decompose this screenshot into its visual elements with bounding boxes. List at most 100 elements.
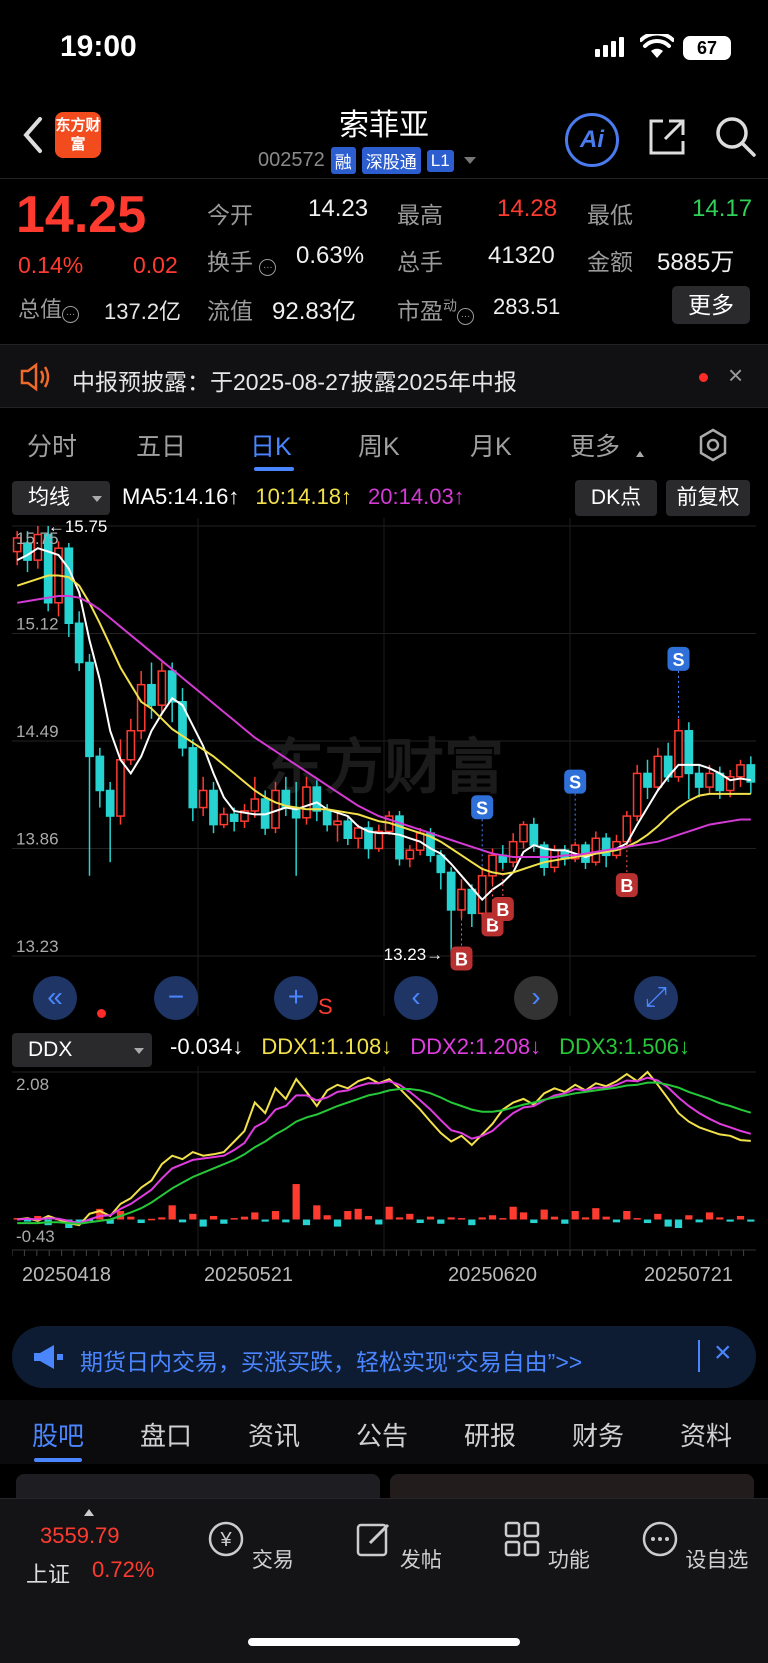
ddx-bar [571,1210,579,1220]
candle-body [147,683,156,706]
unread-dot [699,373,708,382]
ai-button[interactable]: Ai [565,113,619,167]
candle-body [105,789,115,817]
nav-watchlist-label: 设自选 [685,1549,749,1572]
scroll-left-button[interactable]: ‹ [394,976,438,1020]
cellular-signal-icon [595,37,627,57]
ma5-label: MA5:14.16↑ [122,484,240,509]
turnover-label[interactable]: 换手 … [207,243,277,277]
tab-weekly-k[interactable]: 周K [358,427,400,463]
index-value[interactable]: 3559.79 [40,1523,120,1549]
index-name: 上证 [26,1562,71,1587]
tab-more[interactable]: 更多 [570,427,620,463]
market-cap-value: 137.2亿 [104,299,182,324]
tab-announcements[interactable]: 公告 [356,1416,408,1453]
candle-body [136,683,146,732]
search-icon[interactable] [712,113,758,159]
market-cap-label[interactable]: 总值… [18,292,80,324]
candle-body [74,622,84,664]
tab-orderbook[interactable]: 盘口 [140,1416,192,1453]
candle-body [591,837,601,863]
kline-chart[interactable]: 东方财富 SSSBBBB←15.7513.23→ 15.7515.1214.49… [12,518,756,1026]
share-icon[interactable] [645,115,689,159]
candle-body [457,888,466,911]
dk-point-button[interactable]: DK点 [575,480,657,516]
ddx-bar [323,1215,331,1220]
close-icon[interactable]: × [714,1336,732,1370]
tab-profile[interactable]: 资料 [680,1416,732,1453]
scroll-right-button[interactable]: › [514,976,558,1020]
date-label: 20250418 [22,1264,111,1286]
stock-code-row[interactable]: 002572 融 深股通 L1 [258,147,476,174]
wifi-icon [640,34,674,58]
candle-body [302,786,311,819]
ddx-bar [426,1216,435,1220]
tab-news[interactable]: 资讯 [248,1416,300,1453]
tab-five-day[interactable]: 五日 [136,427,186,463]
tab-forum[interactable]: 股吧 [32,1416,84,1453]
tab-finance[interactable]: 财务 [572,1416,624,1453]
info-icon: … [259,259,277,276]
nav-watchlist[interactable]: 设自选 [639,1519,749,1574]
ddx-bar [364,1215,373,1220]
ddx-chart[interactable]: 2.08 -0.43 [12,1066,756,1256]
adjust-button[interactable]: 前复权 [666,480,750,516]
chart-tabs: 分时 五日 日K 周K 月K 更多 [0,415,768,475]
ad-banner[interactable]: 期货日内交易，买涨买跌，轻松实现“交易自由”>> × [12,1326,756,1388]
nav-post[interactable]: 发帖 [343,1519,453,1574]
ddx-bar [199,1219,207,1227]
close-icon[interactable]: × [728,360,743,391]
gear-icon[interactable] [695,427,731,463]
sub-indicator-dropdown[interactable]: DDX [12,1033,152,1067]
turnover-label-text: 换手 [207,249,253,275]
ddx-bar [654,1213,662,1220]
yen-icon: ¥ [208,1521,244,1557]
zoom-out-button[interactable]: − [154,976,198,1020]
buy-marker-label: B [496,900,509,920]
ddx-bar [612,1219,621,1223]
sell-marker-label: S [672,650,684,670]
ddx-bar [664,1219,672,1227]
ddx-bar [581,1217,590,1220]
ddx-bar [633,1218,641,1220]
pe-label-text: 市盈 [397,298,443,324]
zoom-in-button[interactable]: + [274,976,318,1020]
notice-bar[interactable]: 中报预披露：于2025-08-27披露2025年中报 × [0,344,768,408]
candle-body [250,798,260,812]
candle-body [85,661,94,758]
tab-monthly-k[interactable]: 月K [470,427,512,463]
ddx-bar [726,1219,734,1222]
candle-body [550,849,559,869]
candle-body [198,789,208,809]
tab-research[interactable]: 研报 [464,1416,516,1453]
open-value: 14.23 [308,195,369,222]
candle-body [653,755,663,788]
ddx-bar [240,1216,249,1220]
candle-body [436,854,446,874]
home-indicator [248,1638,520,1646]
candle-body [64,547,74,625]
candle-body [188,747,198,809]
ad-text: 期货日内交易，买涨买跌，轻松实现“交易自由”>> [80,1349,583,1375]
candle-body [126,730,136,761]
nav-functions[interactable]: 功能 [491,1519,601,1574]
ddx-bar [530,1219,538,1224]
fullscreen-icon[interactable]: ⤢ [634,976,678,1020]
ddx-bar [457,1218,466,1220]
float-cap-label: 流值 [207,298,253,324]
nav-trade[interactable]: ¥ 交易 [195,1519,305,1574]
more-button[interactable]: 更多 [672,286,750,324]
ddx-bar [736,1215,745,1220]
ddx-legend: -0.034↓ DDX1:1.108↓ DDX2:1.208↓ DDX3:1.5… [170,1034,690,1060]
ddx-bar [137,1219,145,1224]
indicator-dropdown[interactable]: 均线 [12,481,110,515]
scroll-left-fast-button[interactable]: « [33,976,77,1020]
candle-body [333,820,342,826]
date-label: 20250521 [204,1264,293,1286]
info-icon: … [62,306,80,323]
tab-intraday[interactable]: 分时 [27,427,77,463]
ddx-bar [550,1216,559,1220]
ma-legend: MA5:14.16↑ 10:14.18↑ 20:14.03↑ [122,484,465,510]
tab-daily-k[interactable]: 日K [250,427,292,463]
pe-label[interactable]: 市盈动… [397,292,474,326]
